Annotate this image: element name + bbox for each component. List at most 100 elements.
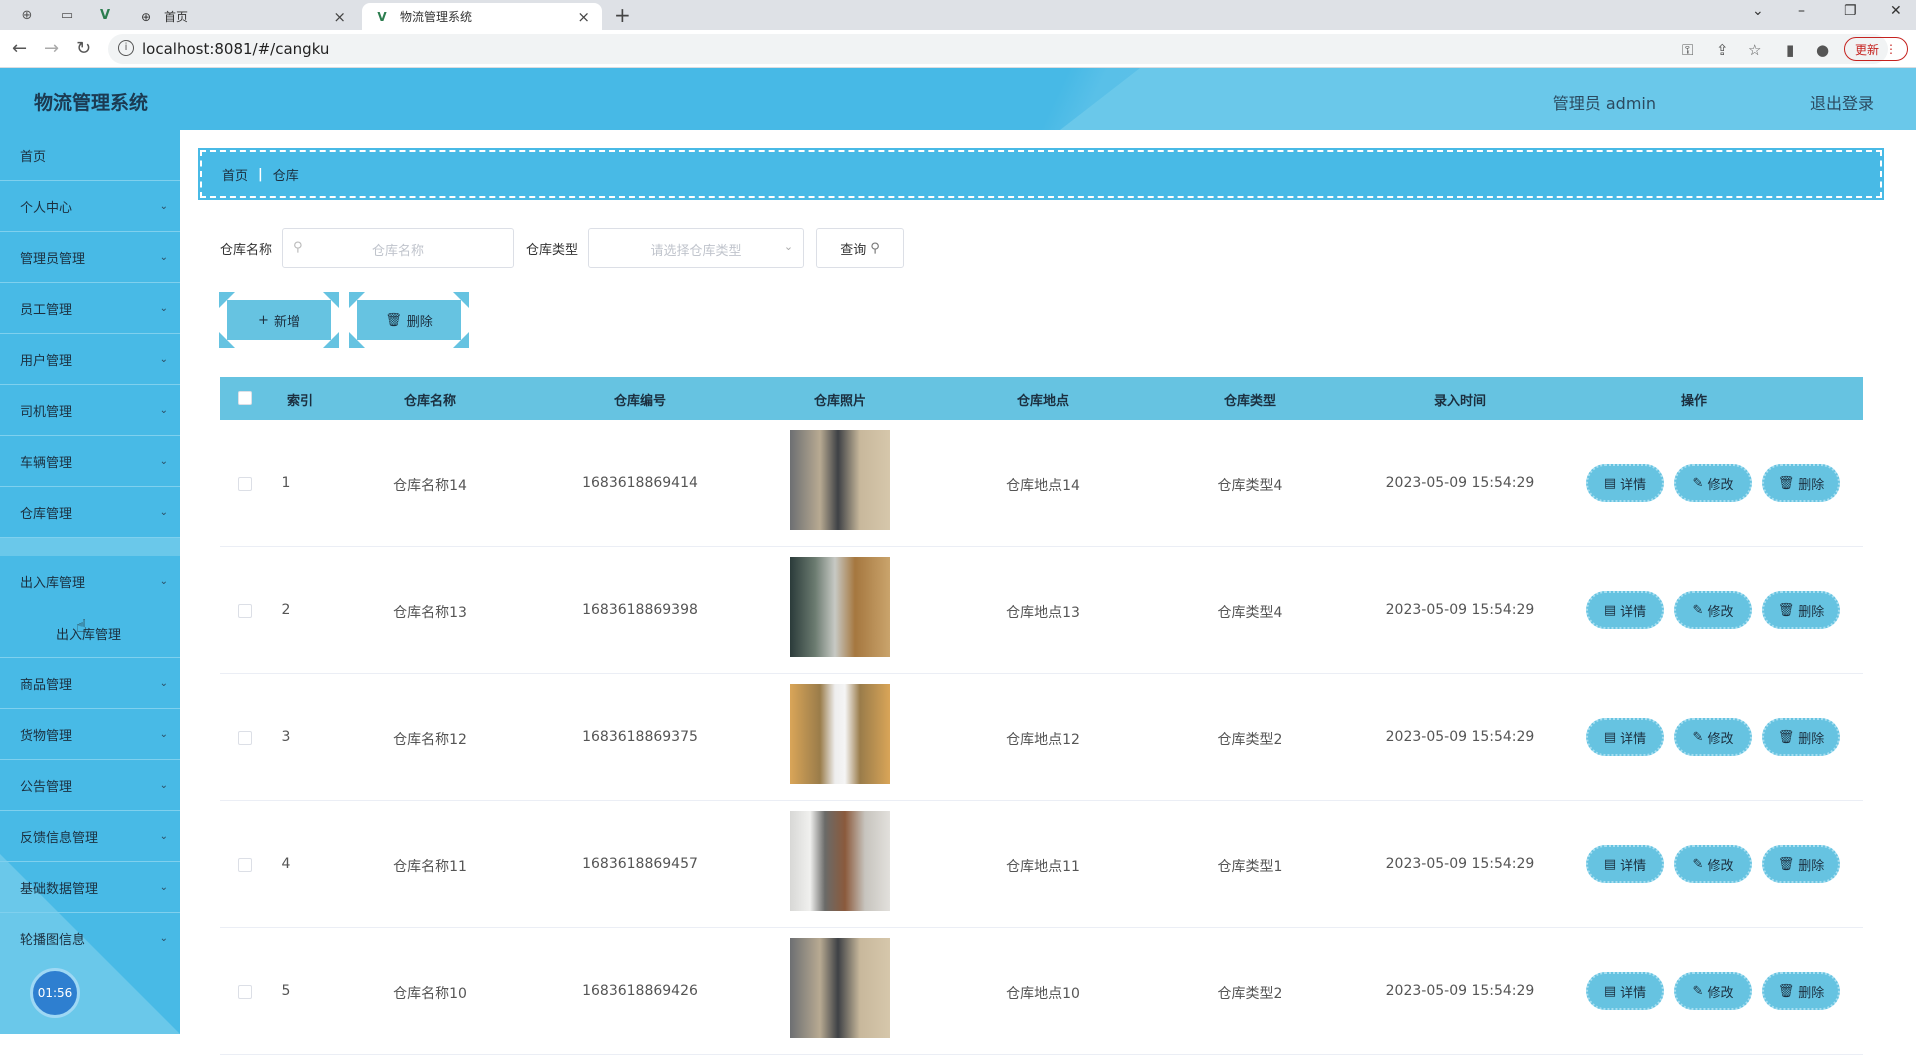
trash-icon: 🗑: [1777, 729, 1795, 745]
sidebar-item-feedback[interactable]: 反馈信息管理 ⌄: [0, 811, 180, 862]
delete-label: 删除: [1798, 731, 1825, 747]
photo-image: [790, 684, 890, 784]
query-button[interactable]: 查询 ⚲: [816, 228, 905, 268]
detail-button[interactable]: ▤ 详情: [1586, 972, 1664, 1010]
sidebar-item-label: 车辆管理: [20, 455, 73, 471]
add-label: 新增: [273, 314, 300, 330]
sidebar-item-label: 货物管理: [20, 728, 73, 744]
row-checkbox[interactable]: [238, 477, 252, 491]
sidebar-item-admin[interactable]: 管理员管理 ⌄: [0, 232, 180, 283]
chevron-down-icon[interactable]: ⌄: [1752, 3, 1764, 19]
sidebar-item-basedata[interactable]: 基础数据管理 ⌄: [0, 862, 180, 913]
sidebar-item-drivers[interactable]: 司机管理 ⌄: [0, 385, 180, 436]
chevron-down-icon: ⌄: [159, 456, 168, 467]
back-icon[interactable]: ←: [12, 38, 27, 59]
sidebar-item-notice[interactable]: 公告管理 ⌄: [0, 760, 180, 811]
sidebar-item-personal[interactable]: 个人中心 ⌄: [0, 181, 180, 232]
batch-delete-button[interactable]: 🗑 删除: [349, 292, 469, 348]
sidebar: 首页 个人中心 ⌄ 管理员管理 ⌄ 员工管理 ⌄ 用户管理 ⌄ 司机管理 ⌄ 车辆管理 ⌄ …: [0, 130, 180, 1034]
new-tab-icon[interactable]: +: [614, 3, 631, 27]
detail-button[interactable]: ▤ 详情: [1586, 464, 1664, 502]
delete-button[interactable]: 🗑 删除: [1762, 718, 1840, 756]
edit-button[interactable]: ✎ 修改: [1674, 591, 1752, 629]
cell-code: 1683618869426: [582, 983, 698, 999]
sidebar-item-vehicles[interactable]: 车辆管理 ⌄: [0, 436, 180, 487]
delete-button[interactable]: 🗑 删除: [1762, 591, 1840, 629]
edit-button[interactable]: ✎ 修改: [1674, 718, 1752, 756]
sidebar-item-inout[interactable]: 出入库管理 ⌄: [0, 556, 180, 607]
close-icon[interactable]: ×: [333, 8, 346, 26]
select-all-checkbox[interactable]: [238, 391, 252, 405]
chevron-down-icon: ⌄: [159, 729, 168, 740]
blank-page-icon[interactable]: ▭: [56, 5, 78, 25]
restore-icon[interactable]: ❐: [1844, 3, 1857, 19]
update-button[interactable]: 更新 ⋮: [1844, 37, 1908, 61]
table-header: 索引 仓库名称 仓库编号 仓库照片 仓库地点 仓库类型 录入时间 操作: [220, 377, 1863, 420]
delete-button[interactable]: 🗑 删除: [1762, 845, 1840, 883]
warehouse-photo[interactable]: [790, 557, 890, 657]
warehouse-photo[interactable]: [790, 684, 890, 784]
minimize-icon[interactable]: –: [1798, 3, 1805, 19]
row-checkbox[interactable]: [238, 985, 252, 999]
detail-button[interactable]: ▤ 详情: [1586, 845, 1664, 883]
button-decoration: [323, 332, 339, 348]
share-icon[interactable]: ⇪: [1716, 41, 1729, 59]
sidebar-item-warehouse[interactable]: 仓库管理 ⌄: [0, 487, 180, 538]
sidebar-item-goods[interactable]: 商品管理 ⌄: [0, 658, 180, 709]
cell-type: 仓库类型4: [1217, 605, 1283, 621]
cell-location: 仓库地点13: [1006, 605, 1080, 621]
chevron-down-icon: ⌄: [159, 507, 168, 518]
search-icon: ⚲: [870, 240, 880, 256]
reload-icon[interactable]: ↻: [76, 38, 91, 59]
logout-link[interactable]: 退出登录: [1810, 90, 1874, 114]
sidebar-item-users[interactable]: 用户管理 ⌄: [0, 334, 180, 385]
cell-type: 仓库类型2: [1217, 732, 1283, 748]
clock-widget: 01:56: [30, 968, 80, 1018]
select-placeholder: 请选择仓库类型: [650, 244, 742, 259]
edit-label: 修改: [1707, 477, 1734, 493]
url-field[interactable]: i localhost:8081/#/cangku: [108, 34, 1888, 64]
warehouse-name-input[interactable]: ⚲ 仓库名称: [282, 228, 515, 268]
warehouse-type-select[interactable]: 请选择仓库类型 ⌄: [588, 228, 805, 268]
warehouse-photo[interactable]: [790, 938, 890, 1038]
close-icon[interactable]: ×: [577, 8, 590, 26]
sidebar-item-cargo[interactable]: 货物管理 ⌄: [0, 709, 180, 760]
globe-icon[interactable]: ⊕: [16, 5, 38, 25]
pencil-icon: ✎: [1692, 856, 1704, 872]
sidebar-item-home[interactable]: 首页: [0, 130, 180, 181]
warehouse-photo[interactable]: [790, 430, 890, 530]
detail-button[interactable]: ▤ 详情: [1586, 718, 1664, 756]
trash-icon: 🗑: [1777, 856, 1795, 872]
browser-tab-home[interactable]: ⊕ 首页 ×: [126, 3, 358, 30]
browser-tab-app[interactable]: V 物流管理系统 ×: [362, 3, 602, 30]
vue-icon[interactable]: V: [94, 5, 116, 25]
delete-button[interactable]: 🗑 删除: [1762, 972, 1840, 1010]
detail-button[interactable]: ▤ 详情: [1586, 591, 1664, 629]
edit-button[interactable]: ✎ 修改: [1674, 972, 1752, 1010]
forward-icon[interactable]: →: [44, 38, 59, 59]
key-icon[interactable]: ⚿: [1682, 41, 1693, 59]
sidebar-item-staff[interactable]: 员工管理 ⌄: [0, 283, 180, 334]
cell-index: 5: [281, 983, 291, 999]
sidebar-item-label: 个人中心: [20, 200, 73, 216]
add-button[interactable]: + 新增: [219, 292, 339, 348]
submenu-item-inout[interactable]: 出入库管理: [0, 607, 180, 658]
sidebar-item-label: 用户管理: [20, 353, 73, 369]
row-checkbox[interactable]: [238, 858, 252, 872]
close-window-icon[interactable]: ✕: [1890, 3, 1902, 19]
pencil-icon: ✎: [1692, 602, 1704, 618]
info-icon[interactable]: i: [118, 40, 134, 56]
sidebar-panel-icon[interactable]: ▮: [1786, 41, 1794, 59]
sidebar-item-carousel[interactable]: 轮播图信息 ⌄: [0, 913, 180, 964]
row-checkbox[interactable]: [238, 731, 252, 745]
delete-button[interactable]: 🗑 删除: [1762, 464, 1840, 502]
warehouse-photo[interactable]: [790, 811, 890, 911]
breadcrumb-home[interactable]: 首页: [222, 165, 248, 184]
document-icon: ▤: [1603, 475, 1617, 491]
edit-button[interactable]: ✎ 修改: [1674, 464, 1752, 502]
star-icon[interactable]: ☆: [1748, 41, 1761, 59]
profile-icon[interactable]: ●: [1816, 41, 1829, 59]
edit-button[interactable]: ✎ 修改: [1674, 845, 1752, 883]
query-label: 查询: [840, 242, 867, 258]
row-checkbox[interactable]: [238, 604, 252, 618]
